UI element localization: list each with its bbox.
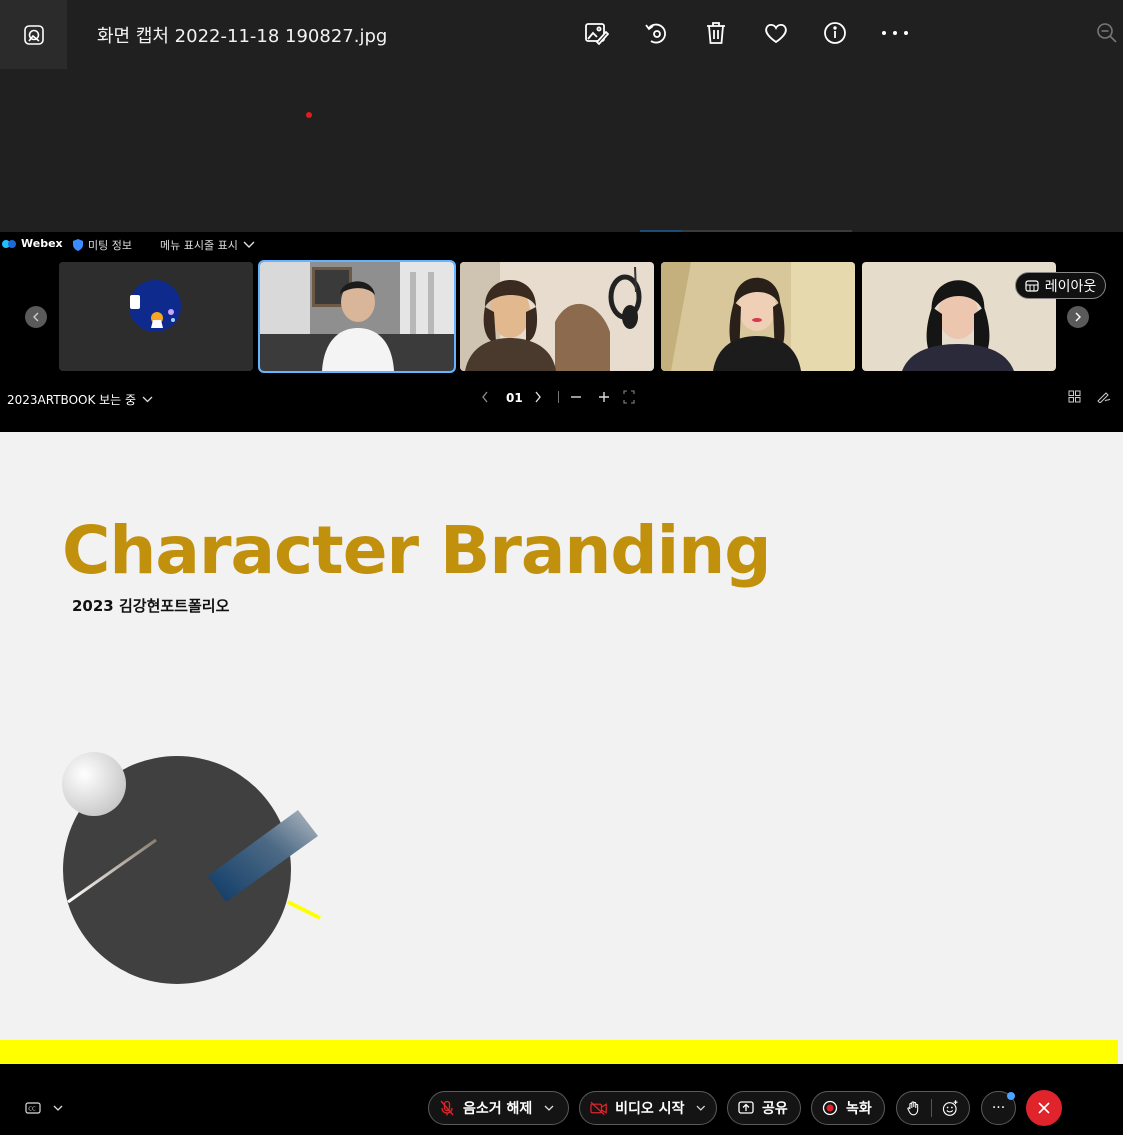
close-icon [1038, 1102, 1050, 1114]
slide-subtitle: 2023 김강현포트폴리오 [72, 597, 230, 615]
more-icon[interactable] [880, 18, 910, 48]
grid-view-button[interactable] [1068, 390, 1081, 406]
end-meeting-button[interactable] [1026, 1090, 1062, 1126]
participant-avatar [59, 262, 253, 371]
start-video-button[interactable]: 비디오 시작 [579, 1091, 717, 1125]
toolbar-divider [558, 391, 559, 403]
layout-button-label: 레이아웃 [1044, 278, 1097, 295]
sharing-label: 2023ARTBOOK 보는 중 [7, 393, 137, 407]
meeting-info-button[interactable]: 미팅 정보 [73, 237, 132, 253]
next-page-button[interactable] [533, 390, 543, 407]
webex-logo: Webex [2, 237, 63, 250]
svg-text:CC: CC [28, 1107, 36, 1113]
sharing-dropdown[interactable]: 2023ARTBOOK 보는 중 [7, 391, 153, 408]
reactions-icon[interactable] [942, 1099, 959, 1117]
chevron-right-icon [535, 391, 541, 403]
share-button[interactable]: 공유 [727, 1091, 801, 1125]
participant-tile-3[interactable] [460, 262, 654, 371]
participant-tile-4[interactable] [661, 262, 855, 371]
expand-icon [623, 390, 635, 404]
webex-header: Webex 미팅 정보 메뉴 표시줄 표시 [0, 232, 1123, 256]
photo-viewer-titlebar: 화면 캡처 2022-11-18 190827.jpg [0, 0, 1123, 232]
zoom-out-icon[interactable] [1092, 18, 1122, 48]
participant-filmstrip: 레이아웃 [0, 256, 1123, 376]
chevron-down-icon [696, 1105, 706, 1111]
chevron-left-icon [33, 312, 39, 322]
menu-bar-toggle[interactable]: 메뉴 표시줄 표시 [160, 237, 255, 253]
record-icon [822, 1100, 838, 1116]
photos-app-icon[interactable] [0, 0, 67, 69]
chevron-down-icon [544, 1105, 554, 1111]
chevron-down-icon [53, 1105, 63, 1111]
delete-icon[interactable] [701, 18, 731, 48]
meeting-controls: CC 음소거 해제 비디오 시작 공유 녹화 ··· [0, 1064, 1123, 1135]
grid-icon [1068, 390, 1081, 403]
slide-title: Character Branding [62, 512, 771, 589]
edit-image-icon[interactable] [581, 18, 611, 48]
unmute-label: 음소거 해제 [463, 1101, 533, 1117]
raise-hand-icon[interactable] [907, 1100, 921, 1116]
captions-button[interactable]: CC [25, 1102, 63, 1114]
chevron-right-icon [1075, 312, 1081, 322]
reactions-group [896, 1091, 970, 1125]
page-number: 01 [506, 391, 523, 405]
webex-app-name: Webex [21, 237, 63, 250]
chevron-down-icon [142, 396, 153, 403]
share-screen-icon [738, 1101, 754, 1114]
slide-graphic [62, 752, 321, 984]
unmute-button[interactable]: 음소거 해제 [428, 1091, 569, 1125]
annotate-button[interactable] [1097, 390, 1111, 406]
info-icon[interactable] [820, 18, 850, 48]
meeting-info-label: 미팅 정보 [88, 239, 132, 252]
annotate-icon [1097, 392, 1111, 404]
layout-icon [1025, 279, 1039, 292]
participant-video [260, 262, 454, 371]
participant-video [661, 262, 855, 371]
chevron-left-icon [482, 391, 488, 403]
slide-accent-bar [0, 1040, 1118, 1064]
layout-button[interactable]: 레이아웃 [1015, 272, 1106, 299]
zoom-out-button[interactable] [570, 390, 582, 407]
record-button[interactable]: 녹화 [811, 1091, 885, 1125]
file-title: 화면 캡처 2022-11-18 190827.jpg [97, 26, 388, 47]
video-off-icon [590, 1101, 607, 1115]
prev-page-button[interactable] [480, 390, 490, 407]
rotate-icon[interactable] [641, 18, 671, 48]
participant-video [460, 262, 654, 371]
reactions-divider [930, 1099, 932, 1117]
slide-edge [1118, 432, 1123, 1064]
participant-tile-2[interactable] [258, 260, 456, 373]
closed-captions-icon: CC [25, 1102, 41, 1114]
filmstrip-next-button[interactable] [1067, 306, 1089, 328]
mic-muted-icon [440, 1100, 454, 1116]
share-toolbar: 2023ARTBOOK 보는 중 01 [0, 376, 1123, 432]
record-label: 녹화 [846, 1101, 872, 1117]
fullscreen-button[interactable] [623, 390, 635, 407]
participant-tile-1[interactable] [59, 262, 253, 371]
start-video-label: 비디오 시작 [615, 1101, 685, 1117]
shared-slide: Character Branding 2023 김강현포트폴리오 [0, 432, 1118, 1064]
filmstrip-prev-button[interactable] [25, 306, 47, 328]
notification-dot [1007, 1092, 1015, 1100]
more-options-label: ··· [991, 1100, 1006, 1116]
recording-dot [306, 112, 312, 118]
minus-icon [571, 396, 581, 398]
plus-icon [599, 392, 609, 402]
favorite-icon[interactable] [761, 18, 791, 48]
zoom-in-button[interactable] [598, 390, 610, 407]
chevron-down-icon [243, 241, 255, 248]
menu-bar-toggle-label: 메뉴 표시줄 표시 [160, 239, 238, 252]
shield-icon [73, 239, 83, 251]
share-label: 공유 [762, 1101, 788, 1117]
